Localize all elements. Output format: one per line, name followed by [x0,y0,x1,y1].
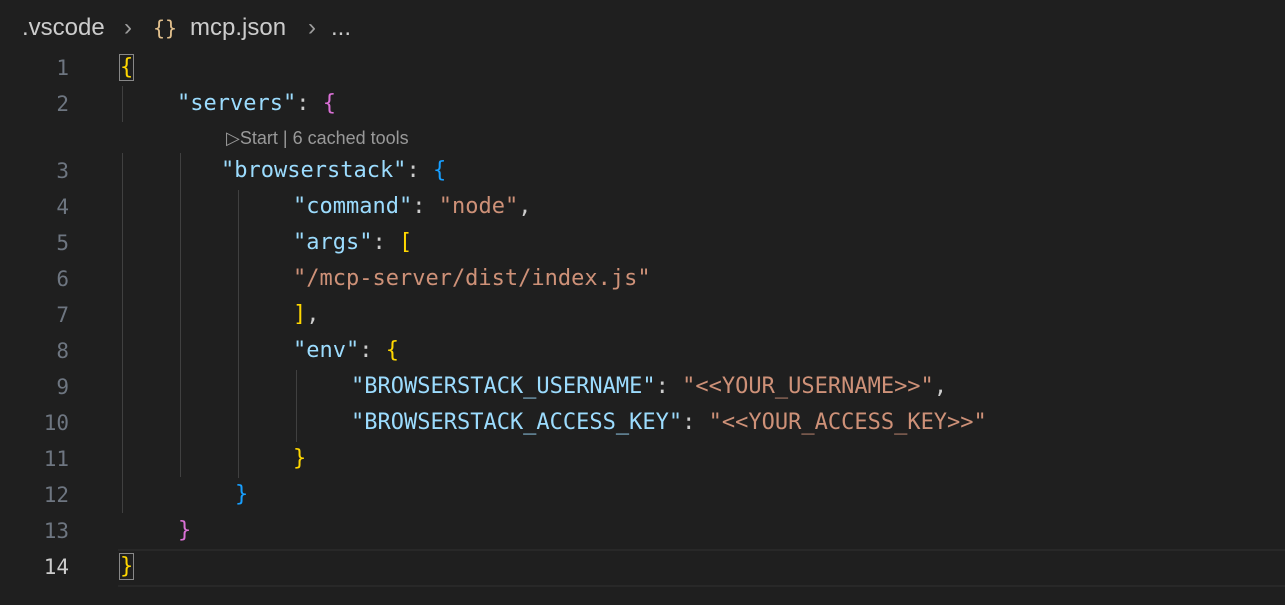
breadcrumb-more[interactable]: ... [331,14,351,42]
code-line: 8 "env": { [0,333,1285,369]
code-line: 2 "servers": { [0,86,1285,122]
line-number: 6 [56,267,69,291]
line-number: 11 [43,447,69,471]
json-string: "<<YOUR_ACCESS_KEY>>" [708,410,987,435]
json-string: "node" [438,194,519,219]
json-key: "servers" [177,91,297,116]
line-number: 4 [56,195,69,219]
line-number: 2 [56,92,69,116]
open-brace: { [432,158,447,183]
code-line: 10 "BROWSERSTACK_ACCESS_KEY": "<<YOUR_AC… [0,405,1285,441]
line-number: 13 [43,519,69,543]
colon: : [296,91,323,116]
colon: : [372,230,399,255]
codelens-start-link[interactable]: Start [240,128,278,148]
close-brace: } [178,518,192,543]
breadcrumb-file[interactable]: mcp.json [190,14,286,42]
codelens-separator: | [282,128,288,148]
comma: , [518,194,532,219]
code-line: 11 } [0,441,1285,477]
code-line: 3 "browserstack": { [0,153,1285,189]
json-key: "args" [293,230,373,255]
close-bracket: ] [293,302,307,327]
code-line: 4 "command": "node", [0,189,1285,225]
line-number: 3 [56,159,69,183]
open-brace: { [322,91,336,116]
open-brace: { [385,338,399,363]
json-key: "BROWSERSTACK_USERNAME" [351,374,656,399]
line-number: 14 [43,555,69,579]
close-brace: } [293,446,307,471]
open-brace: { [118,54,135,81]
comma: , [306,302,320,327]
json-string: "/mcp-server/dist/index.js" [293,266,651,291]
codelens-tools-link[interactable]: 6 cached tools [293,128,409,148]
json-key: "browserstack" [221,158,407,183]
code-line: 5 "args": [ [0,225,1285,261]
code-line: 12 } [0,477,1285,513]
json-key: "command" [293,194,413,219]
code-line: 13 } [0,513,1285,549]
colon: : [359,338,386,363]
code-line: 1 { [0,50,1285,86]
colon: : [406,158,433,183]
code-line: 7 ], [0,297,1285,333]
line-number: 9 [56,375,69,399]
play-icon[interactable]: ▷ [226,128,240,148]
line-number: 1 [56,56,69,80]
line-number: 10 [43,411,69,435]
close-brace: } [118,553,135,580]
open-bracket: [ [398,230,413,255]
line-number: 5 [56,231,69,255]
colon: : [682,410,709,435]
line-number: 7 [56,303,69,327]
codelens: ▷Start | 6 cached tools [226,126,409,150]
braces-icon: {} [153,16,178,40]
json-string: "<<YOUR_USERNAME>>" [682,374,934,399]
colon: : [655,374,683,399]
json-key: "BROWSERSTACK_ACCESS_KEY" [351,410,683,435]
colon: : [412,194,439,219]
code-line-current: 14 } [0,549,1285,585]
json-key: "env" [293,338,360,363]
line-number: 12 [43,483,69,507]
breadcrumb-folder[interactable]: .vscode [22,14,105,42]
code-editor[interactable]: ▷Start | 6 cached tools 1 { 2 "servers":… [0,50,1285,605]
comma: , [933,374,948,399]
code-line: 9 "BROWSERSTACK_USERNAME": "<<YOUR_USERN… [0,369,1285,405]
code-line: 6 "/mcp-server/dist/index.js" [0,261,1285,297]
chevron-right-icon: › [124,14,132,41]
close-brace: } [235,482,249,507]
line-number: 8 [56,339,69,363]
chevron-right-icon: › [308,14,316,41]
